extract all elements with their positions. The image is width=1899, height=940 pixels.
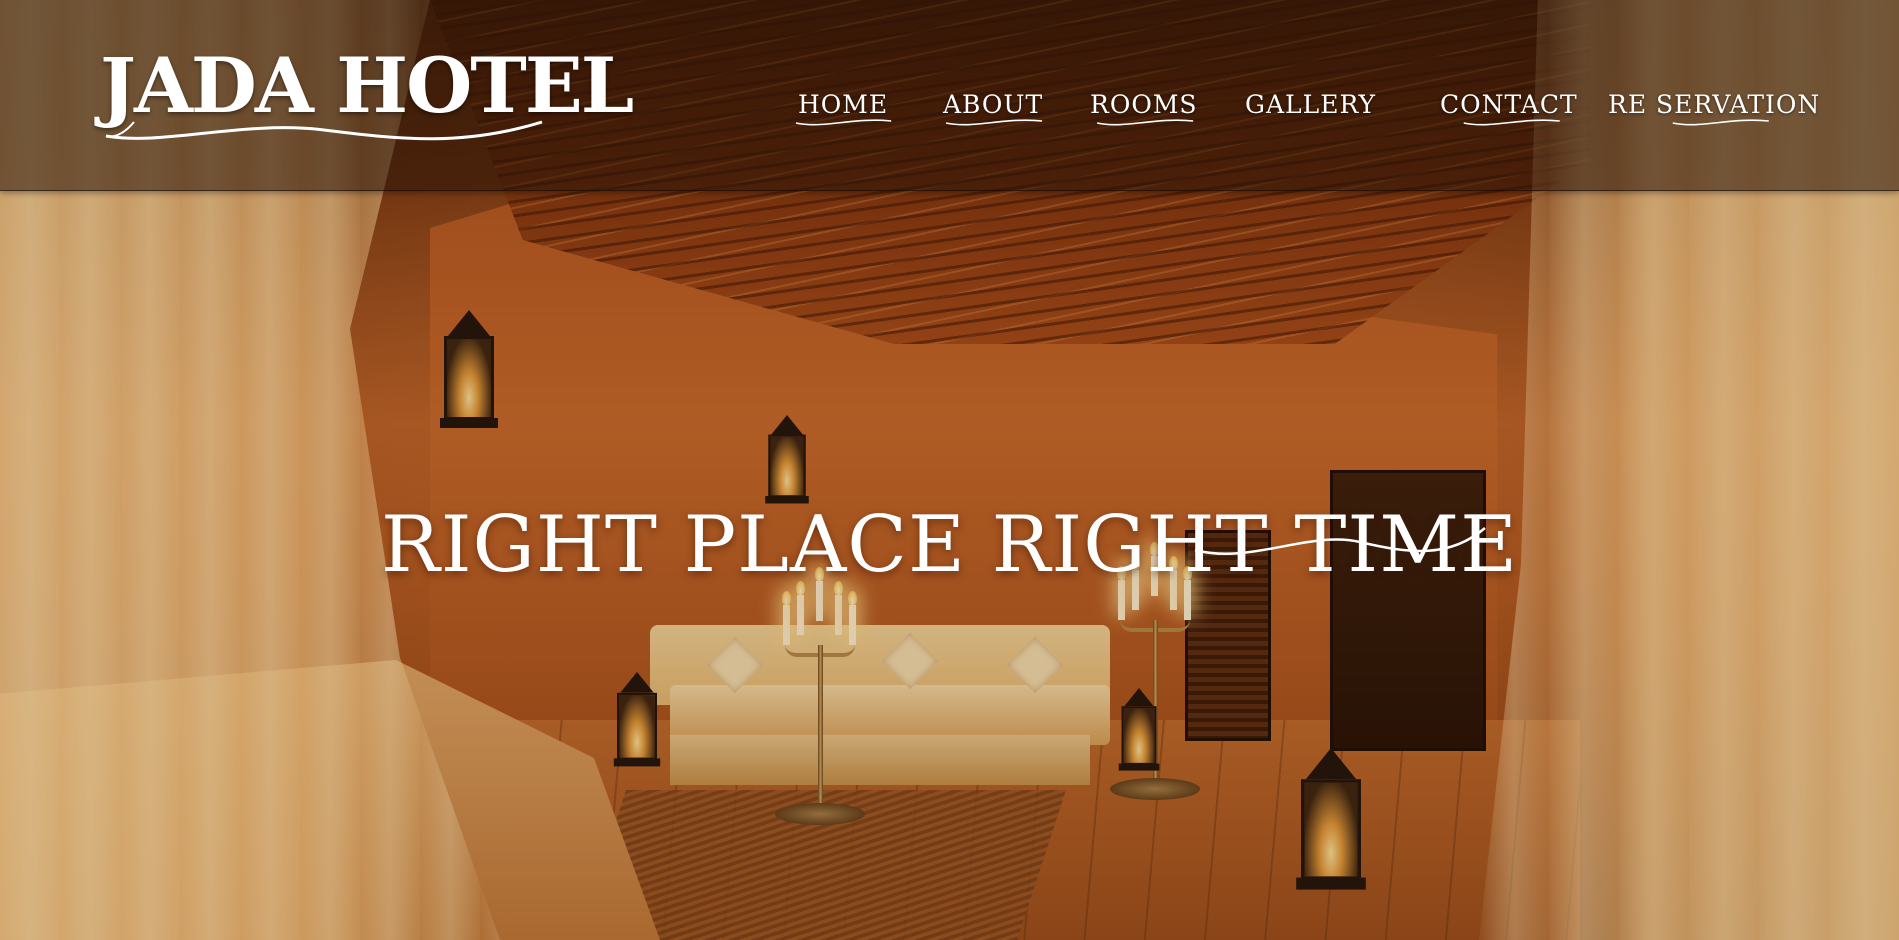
nav-swash-icon	[1096, 119, 1194, 126]
nav-rooms[interactable]: ROOMS	[1090, 90, 1198, 126]
decorative-swash-icon	[1194, 527, 1486, 555]
hero-headline: RIGHT PLACE RIGHT TIME	[380, 500, 1519, 591]
nav-gallery[interactable]: GALLERY	[1245, 90, 1376, 119]
nav-swash-icon	[1463, 119, 1560, 126]
site-header: JADA HOTEL HOME ABOUT ROOMS GALLERY CONT	[0, 0, 1899, 191]
nav-reservation[interactable]: RE SERVATION	[1608, 90, 1820, 126]
hero-section: RIGHT PLACE RIGHT TIME JADA HOTEL HOME A…	[0, 0, 1899, 940]
nav-about[interactable]: ABOUT	[943, 90, 1043, 126]
nav-swash-icon	[945, 119, 1043, 126]
nav-contact[interactable]: CONTACT	[1440, 90, 1578, 126]
nav-gallery-label: GALLERY	[1245, 90, 1377, 119]
main-nav: HOME ABOUT ROOMS GALLERY CONTACT RE SERV…	[0, 90, 1899, 130]
nav-swash-icon	[795, 119, 892, 126]
nav-home[interactable]: HOME	[795, 90, 892, 126]
nav-swash-icon	[1672, 119, 1769, 126]
